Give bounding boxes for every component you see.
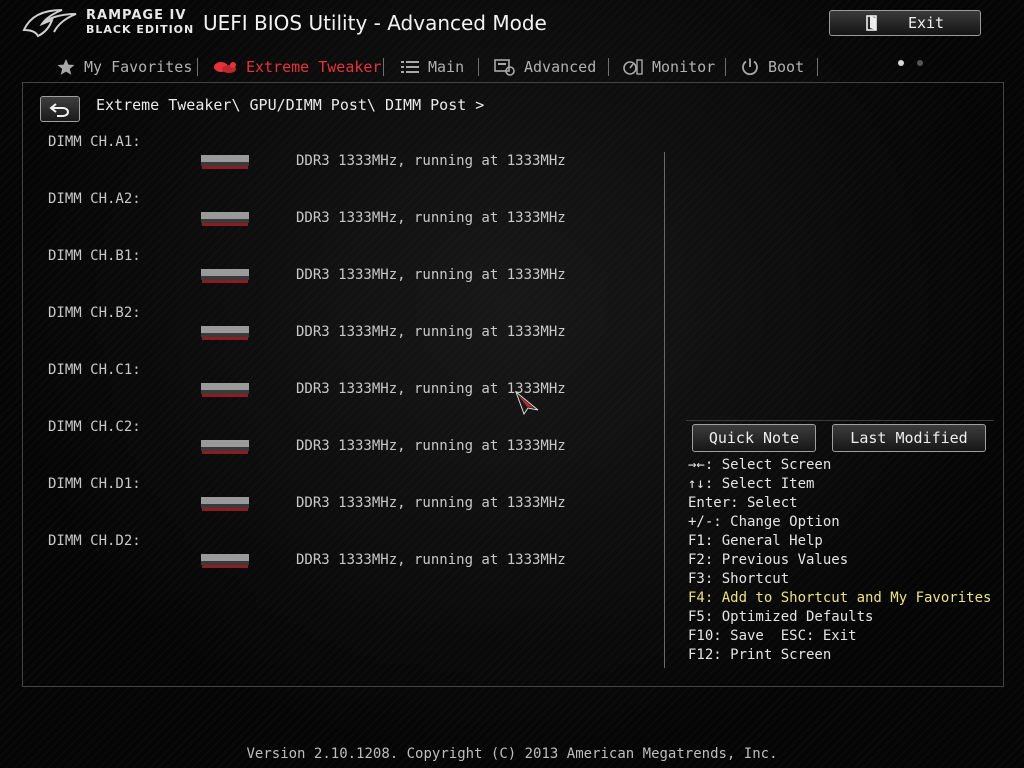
page-dot-active[interactable] bbox=[898, 60, 904, 66]
memory-module-icon bbox=[201, 326, 249, 340]
dimm-label: DIMM CH.B2: bbox=[48, 305, 141, 321]
dimm-value: DDR3 1333MHz, running at 1333MHz bbox=[296, 324, 566, 340]
list-icon bbox=[401, 61, 419, 73]
tweaker-icon bbox=[214, 62, 236, 73]
dimm-label: DIMM CH.A2: bbox=[48, 191, 141, 207]
rog-logo-icon bbox=[22, 9, 77, 38]
tab-label: Boot bbox=[768, 58, 805, 76]
dimm-label: DIMM CH.D2: bbox=[48, 533, 141, 549]
tab-main[interactable]: Main bbox=[400, 56, 464, 78]
memory-module-icon bbox=[201, 554, 249, 568]
advanced-icon bbox=[494, 59, 515, 76]
memory-module-icon bbox=[201, 155, 249, 169]
tab-label: Advanced bbox=[524, 58, 597, 76]
quick-note-button[interactable]: Quick Note bbox=[692, 424, 816, 452]
header-bar: RAMPAGE IV BLACK EDITION UEFI BIOS Utili… bbox=[0, 0, 1024, 48]
tab-separator bbox=[383, 58, 384, 76]
panel-divider bbox=[664, 152, 665, 668]
help-line: F12: Print Screen bbox=[688, 647, 832, 663]
dimm-label: DIMM CH.C1: bbox=[48, 362, 141, 378]
exit-button[interactable]: Exit bbox=[829, 10, 981, 36]
help-line: →←: Select Screen bbox=[688, 457, 832, 473]
help-panel-divider bbox=[686, 420, 994, 421]
help-line: F10: Save ESC: Exit bbox=[688, 628, 857, 644]
help-line: ↑↓: Select Item bbox=[688, 476, 815, 492]
tab-separator bbox=[478, 58, 479, 76]
brand-name: RAMPAGE IV BLACK EDITION bbox=[86, 8, 194, 37]
help-line: Enter: Select bbox=[688, 495, 798, 511]
page-title: UEFI BIOS Utility - Advanced Mode bbox=[203, 11, 547, 35]
memory-module-icon bbox=[201, 269, 249, 283]
tab-monitor[interactable]: Monitor bbox=[622, 56, 715, 78]
tab-boot[interactable]: Boot bbox=[740, 56, 804, 78]
dimm-label: DIMM CH.B1: bbox=[48, 248, 141, 264]
dimm-value: DDR3 1333MHz, running at 1333MHz bbox=[296, 153, 566, 169]
dimm-label: DIMM CH.C2: bbox=[48, 419, 141, 435]
tab-separator bbox=[725, 58, 726, 76]
last-modified-button[interactable]: Last Modified bbox=[832, 424, 986, 452]
tab-separator bbox=[197, 58, 198, 76]
help-line: F3: Shortcut bbox=[688, 571, 790, 587]
breadcrumb: Extreme Tweaker\ GPU/DIMM Post\ DIMM Pos… bbox=[96, 96, 485, 114]
tab-bar: My Favorites Extreme Tweaker Main Advanc… bbox=[22, 52, 1004, 82]
memory-module-icon bbox=[201, 212, 249, 226]
tab-label: Extreme Tweaker bbox=[246, 58, 382, 76]
tab-separator bbox=[608, 58, 609, 76]
memory-module-icon bbox=[201, 383, 249, 397]
tab-extreme-tweaker[interactable]: Extreme Tweaker bbox=[212, 56, 381, 78]
exit-button-label: Exit bbox=[907, 14, 945, 32]
memory-module-icon bbox=[201, 440, 249, 454]
back-button[interactable] bbox=[40, 96, 80, 122]
memory-module-icon bbox=[201, 497, 249, 511]
back-arrow-icon bbox=[49, 103, 69, 117]
tab-separator bbox=[817, 58, 818, 76]
tab-advanced[interactable]: Advanced bbox=[494, 56, 596, 78]
mouse-cursor-icon bbox=[514, 390, 539, 416]
dimm-value: DDR3 1333MHz, running at 1333MHz bbox=[296, 267, 566, 283]
help-line: F2: Previous Values bbox=[688, 552, 849, 568]
monitor-icon bbox=[623, 59, 643, 75]
brand-line2: BLACK EDITION bbox=[86, 23, 195, 36]
power-icon bbox=[742, 58, 758, 76]
dimm-value: DDR3 1333MHz, running at 1333MHz bbox=[296, 210, 566, 226]
dimm-value: DDR3 1333MHz, running at 1333MHz bbox=[296, 552, 566, 568]
tab-label: My Favorites bbox=[84, 58, 193, 76]
help-line: +/-: Change Option bbox=[688, 514, 840, 530]
dimm-label: DIMM CH.A1: bbox=[48, 134, 141, 150]
help-line: F5: Optimized Defaults bbox=[688, 609, 874, 625]
brand-line1: RAMPAGE IV bbox=[86, 8, 187, 23]
exit-door-icon bbox=[866, 15, 877, 31]
help-line-highlight: F4: Add to Shortcut and My Favorites bbox=[688, 590, 992, 606]
help-line: F1: General Help bbox=[688, 533, 823, 549]
page-dot[interactable] bbox=[917, 60, 923, 66]
star-icon bbox=[57, 59, 75, 75]
tab-my-favorites[interactable]: My Favorites bbox=[56, 56, 192, 78]
tab-label: Main bbox=[428, 58, 465, 76]
tab-label: Monitor bbox=[652, 58, 716, 76]
dimm-value: DDR3 1333MHz, running at 1333MHz bbox=[296, 438, 566, 454]
dimm-label: DIMM CH.D1: bbox=[48, 476, 141, 492]
dimm-value: DDR3 1333MHz, running at 1333MHz bbox=[296, 495, 566, 511]
version-footer: Version 2.10.1208. Copyright (C) 2013 Am… bbox=[246, 746, 778, 762]
